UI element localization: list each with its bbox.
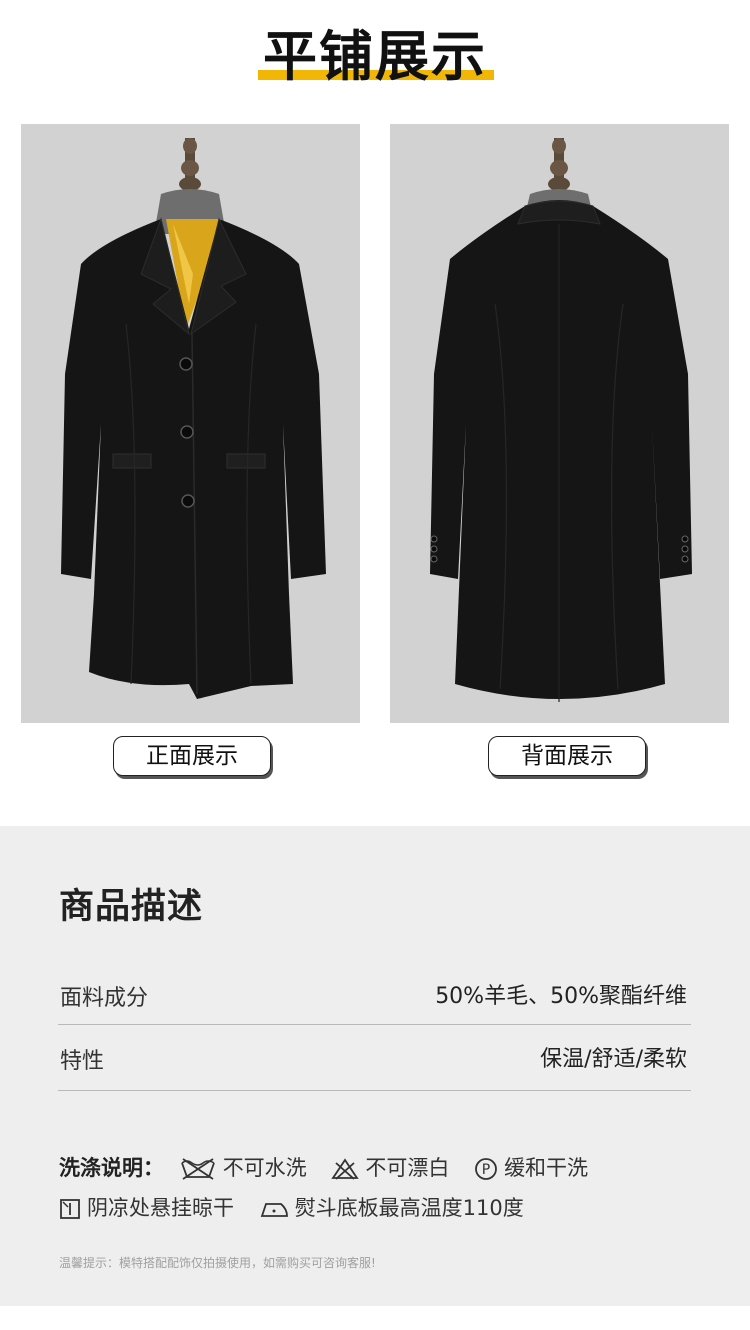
washing-line-2: 阴凉处悬挂晾干 熨斗底板最高温度110度	[59, 1192, 542, 1222]
description-title: 商品描述	[59, 887, 204, 927]
dry-clean-p-icon: P	[475, 1158, 497, 1180]
spec-value: 保温/舒适/柔软	[540, 1047, 687, 1072]
no-machine-wash-icon	[180, 1158, 215, 1180]
washing-text: 不可漂白	[365, 1156, 450, 1180]
washing-text: 不可水洗	[222, 1156, 307, 1180]
line-dry-shade-icon	[60, 1199, 80, 1219]
washing-text: 缓和干洗	[504, 1156, 589, 1180]
washing-line-1: 洗涤说明： 不可水洗 不可漂白 P 缓和干洗	[59, 1152, 606, 1182]
washing-item: 不可漂白	[331, 1152, 449, 1182]
section-header: 平铺展示	[0, 22, 750, 92]
washing-text: 熨斗底板最高温度110度	[294, 1196, 524, 1220]
washing-item: 熨斗底板最高温度110度	[259, 1192, 524, 1222]
spec-key: 特性	[60, 1049, 105, 1074]
spec-value: 50%羊毛、50%聚酯纤维	[435, 984, 687, 1009]
front-view-label: 正面展示	[113, 736, 271, 776]
iron-icon	[260, 1203, 288, 1217]
washing-item: 阴凉处悬挂晾干	[59, 1192, 234, 1222]
spec-row-features: 特性 保温/舒适/柔软	[58, 1026, 691, 1091]
back-view-label: 背面展示	[488, 736, 646, 776]
washing-item: 不可水洗	[179, 1152, 307, 1182]
washing-item: P 缓和干洗	[474, 1152, 588, 1182]
disclaimer-tip: 温馨提示：模特搭配配饰仅拍摄使用，如需购买可咨询客服!	[59, 1256, 376, 1270]
back-coat-illustration	[430, 138, 692, 702]
product-description-panel: 商品描述 面料成分 50%羊毛、50%聚酯纤维 特性 保温/舒适/柔软 洗涤说明…	[0, 826, 750, 1306]
back-product-photo	[390, 124, 729, 723]
svg-text:P: P	[482, 1162, 490, 1178]
front-coat-illustration	[61, 138, 326, 699]
front-product-photo	[21, 124, 360, 723]
washing-text: 阴凉处悬挂晾干	[87, 1196, 234, 1220]
washing-label: 洗涤说明：	[59, 1156, 164, 1180]
spec-row-fabric: 面料成分 50%羊毛、50%聚酯纤维	[58, 960, 691, 1025]
page-title: 平铺展示	[263, 25, 487, 88]
no-bleach-icon	[331, 1158, 360, 1180]
spec-key: 面料成分	[60, 986, 149, 1011]
